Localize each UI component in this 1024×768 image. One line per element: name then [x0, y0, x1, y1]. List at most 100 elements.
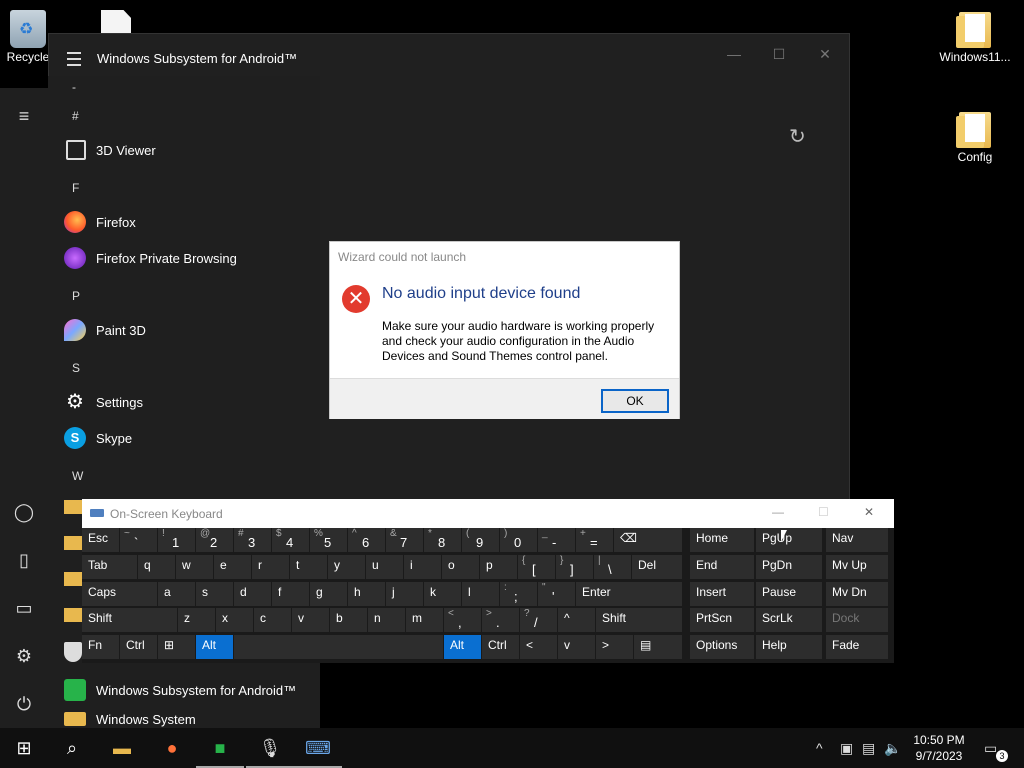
start-button[interactable]: ⊞	[0, 728, 48, 768]
osk-key-k[interactable]: k	[424, 582, 461, 606]
osk-key-1[interactable]: ! 1	[158, 528, 195, 552]
osk-key-o[interactable]: o	[442, 555, 479, 579]
pictures-icon[interactable]: ▭	[12, 596, 36, 620]
osk-key-symbol[interactable]: ^	[558, 608, 595, 632]
osk-key-tab[interactable]: Tab	[82, 555, 137, 579]
osk-key-blank[interactable]	[234, 635, 443, 659]
osk-key-9[interactable]: (9	[462, 528, 499, 552]
app-3d-viewer[interactable]: 3D Viewer	[64, 134, 156, 166]
osk-key-ctrl[interactable]: Ctrl	[482, 635, 519, 659]
file-explorer-icon[interactable]: ▬	[98, 728, 146, 768]
volume-muted-icon[interactable]: 🔈	[884, 728, 901, 768]
osk-key-symbol[interactable]: _ -	[538, 528, 575, 552]
osk-key-b[interactable]: b	[330, 608, 367, 632]
osk-key-p[interactable]: p	[480, 555, 517, 579]
group-letter-w[interactable]: W	[72, 469, 83, 483]
osk-key-symbol[interactable]: >.	[482, 608, 519, 632]
osk-key-symbol[interactable]: ▤	[634, 635, 682, 659]
osk-taskbar-icon[interactable]: ⌨	[294, 728, 342, 768]
osk-key-2[interactable]: @2	[196, 528, 233, 552]
osk-key-x[interactable]: x	[216, 608, 253, 632]
osk-key-del[interactable]: Del	[632, 555, 682, 579]
close-icon[interactable]: ✕	[813, 42, 837, 66]
app-firefox-private[interactable]: Firefox Private Browsing	[64, 242, 237, 274]
osk-key-n[interactable]: n	[368, 608, 405, 632]
osk-nav-key-pause[interactable]: Pause	[756, 582, 822, 606]
osk-key-t[interactable]: t	[290, 555, 327, 579]
osk-key-d[interactable]: d	[234, 582, 271, 606]
notification-center-icon[interactable]: ▭	[984, 728, 997, 768]
desktop-icon-config-folder[interactable]: Config	[935, 112, 1015, 164]
osk-key-l[interactable]: l	[462, 582, 499, 606]
menu-icon[interactable]	[67, 52, 81, 66]
clock[interactable]: 10:50 PM 9/7/2023	[906, 732, 972, 764]
osk-key-a[interactable]: a	[158, 582, 195, 606]
osk-key-e[interactable]: e	[214, 555, 251, 579]
osk-key-shift[interactable]: Shift	[596, 608, 682, 632]
osk-nav-key-dock[interactable]: Dock	[826, 608, 888, 632]
osk-key-alt[interactable]: Alt	[196, 635, 233, 659]
group-letter-s[interactable]: S	[72, 361, 80, 375]
osk-key-r[interactable]: r	[252, 555, 289, 579]
documents-icon[interactable]: ▯	[12, 548, 36, 572]
app-skype[interactable]: S Skype	[64, 422, 132, 454]
osk-key-y[interactable]: y	[328, 555, 365, 579]
close-icon[interactable]: ✕	[864, 505, 874, 519]
group-letter-hash[interactable]: #	[72, 109, 79, 123]
osk-nav-key-end[interactable]: End	[690, 555, 754, 579]
app-windows-system[interactable]: Windows System ⌄	[64, 710, 196, 728]
osk-key-0[interactable]: ) 0	[500, 528, 537, 552]
osk-key-fn[interactable]: Fn	[82, 635, 119, 659]
osk-key-symbol[interactable]: ⊞	[158, 635, 195, 659]
osk-key-enter[interactable]: Enter	[576, 582, 682, 606]
firefox-taskbar-icon[interactable]: ●	[148, 728, 196, 768]
osk-key-5[interactable]: % 5	[310, 528, 347, 552]
osk-nav-key-options[interactable]: Options	[690, 635, 754, 659]
osk-nav-key-pgup[interactable]: PgUp	[756, 528, 822, 552]
osk-key-symbol[interactable]: :;	[500, 582, 537, 606]
osk-nav-key-scrlk[interactable]: ScrLk	[756, 608, 822, 632]
osk-nav-key-prtscn[interactable]: PrtScn	[690, 608, 754, 632]
power-icon[interactable]: ⏻	[12, 692, 36, 716]
maximize-icon[interactable]: ☐	[818, 505, 829, 519]
app-paint-3d[interactable]: Paint 3D	[64, 314, 146, 346]
osk-key-symbol[interactable]: <	[520, 635, 557, 659]
app-wsa[interactable]: Windows Subsystem for Android™	[64, 674, 296, 706]
osk-key-ctrl[interactable]: Ctrl	[120, 635, 157, 659]
osk-nav-key-help[interactable]: Help	[756, 635, 822, 659]
microphone-icon[interactable]: 🎙	[246, 728, 294, 768]
osk-key-symbol[interactable]: " '	[538, 582, 575, 606]
osk-key-symbol[interactable]: | \	[594, 555, 631, 579]
osk-key-3[interactable]: #3	[234, 528, 271, 552]
refresh-icon[interactable]: ↻	[789, 124, 813, 148]
osk-nav-key-nav[interactable]: Nav	[826, 528, 888, 552]
osk-key-7[interactable]: & 7	[386, 528, 423, 552]
osk-nav-key-fade[interactable]: Fade	[826, 635, 888, 659]
ok-button[interactable]: OK	[601, 389, 669, 413]
app-firefox[interactable]: Firefox	[64, 206, 136, 238]
osk-key-symbol[interactable]: <,	[444, 608, 481, 632]
osk-key-shift[interactable]: Shift	[82, 608, 177, 632]
osk-key-6[interactable]: ^ 6	[348, 528, 385, 552]
osk-key-caps[interactable]: Caps	[82, 582, 157, 606]
osk-key-i[interactable]: i	[404, 555, 441, 579]
osk-key-g[interactable]: g	[310, 582, 347, 606]
osk-nav-key-mv-dn[interactable]: Mv Dn	[826, 582, 888, 606]
osk-key-f[interactable]: f	[272, 582, 309, 606]
wsa-taskbar-icon[interactable]: ■	[196, 728, 244, 768]
osk-key-symbol[interactable]: {[	[518, 555, 555, 579]
osk-key-symbol[interactable]: ⌫	[614, 528, 682, 552]
osk-nav-key-home[interactable]: Home	[690, 528, 754, 552]
desktop-icon-windows11-folder[interactable]: Windows11...	[935, 12, 1015, 64]
osk-key-z[interactable]: z	[178, 608, 215, 632]
osk-key-4[interactable]: $4	[272, 528, 309, 552]
hamburger-menu-icon[interactable]: ≡	[12, 104, 36, 128]
osk-key-u[interactable]: u	[366, 555, 403, 579]
osk-key-symbol[interactable]: ~ `	[120, 528, 157, 552]
osk-key-symbol[interactable]: + =	[576, 528, 613, 552]
group-letter-p[interactable]: P	[72, 289, 80, 303]
osk-key-symbol[interactable]: ? /	[520, 608, 557, 632]
network-icon[interactable]: ▤	[862, 728, 875, 768]
osk-key-v[interactable]: v	[558, 635, 595, 659]
osk-key-8[interactable]: * 8	[424, 528, 461, 552]
